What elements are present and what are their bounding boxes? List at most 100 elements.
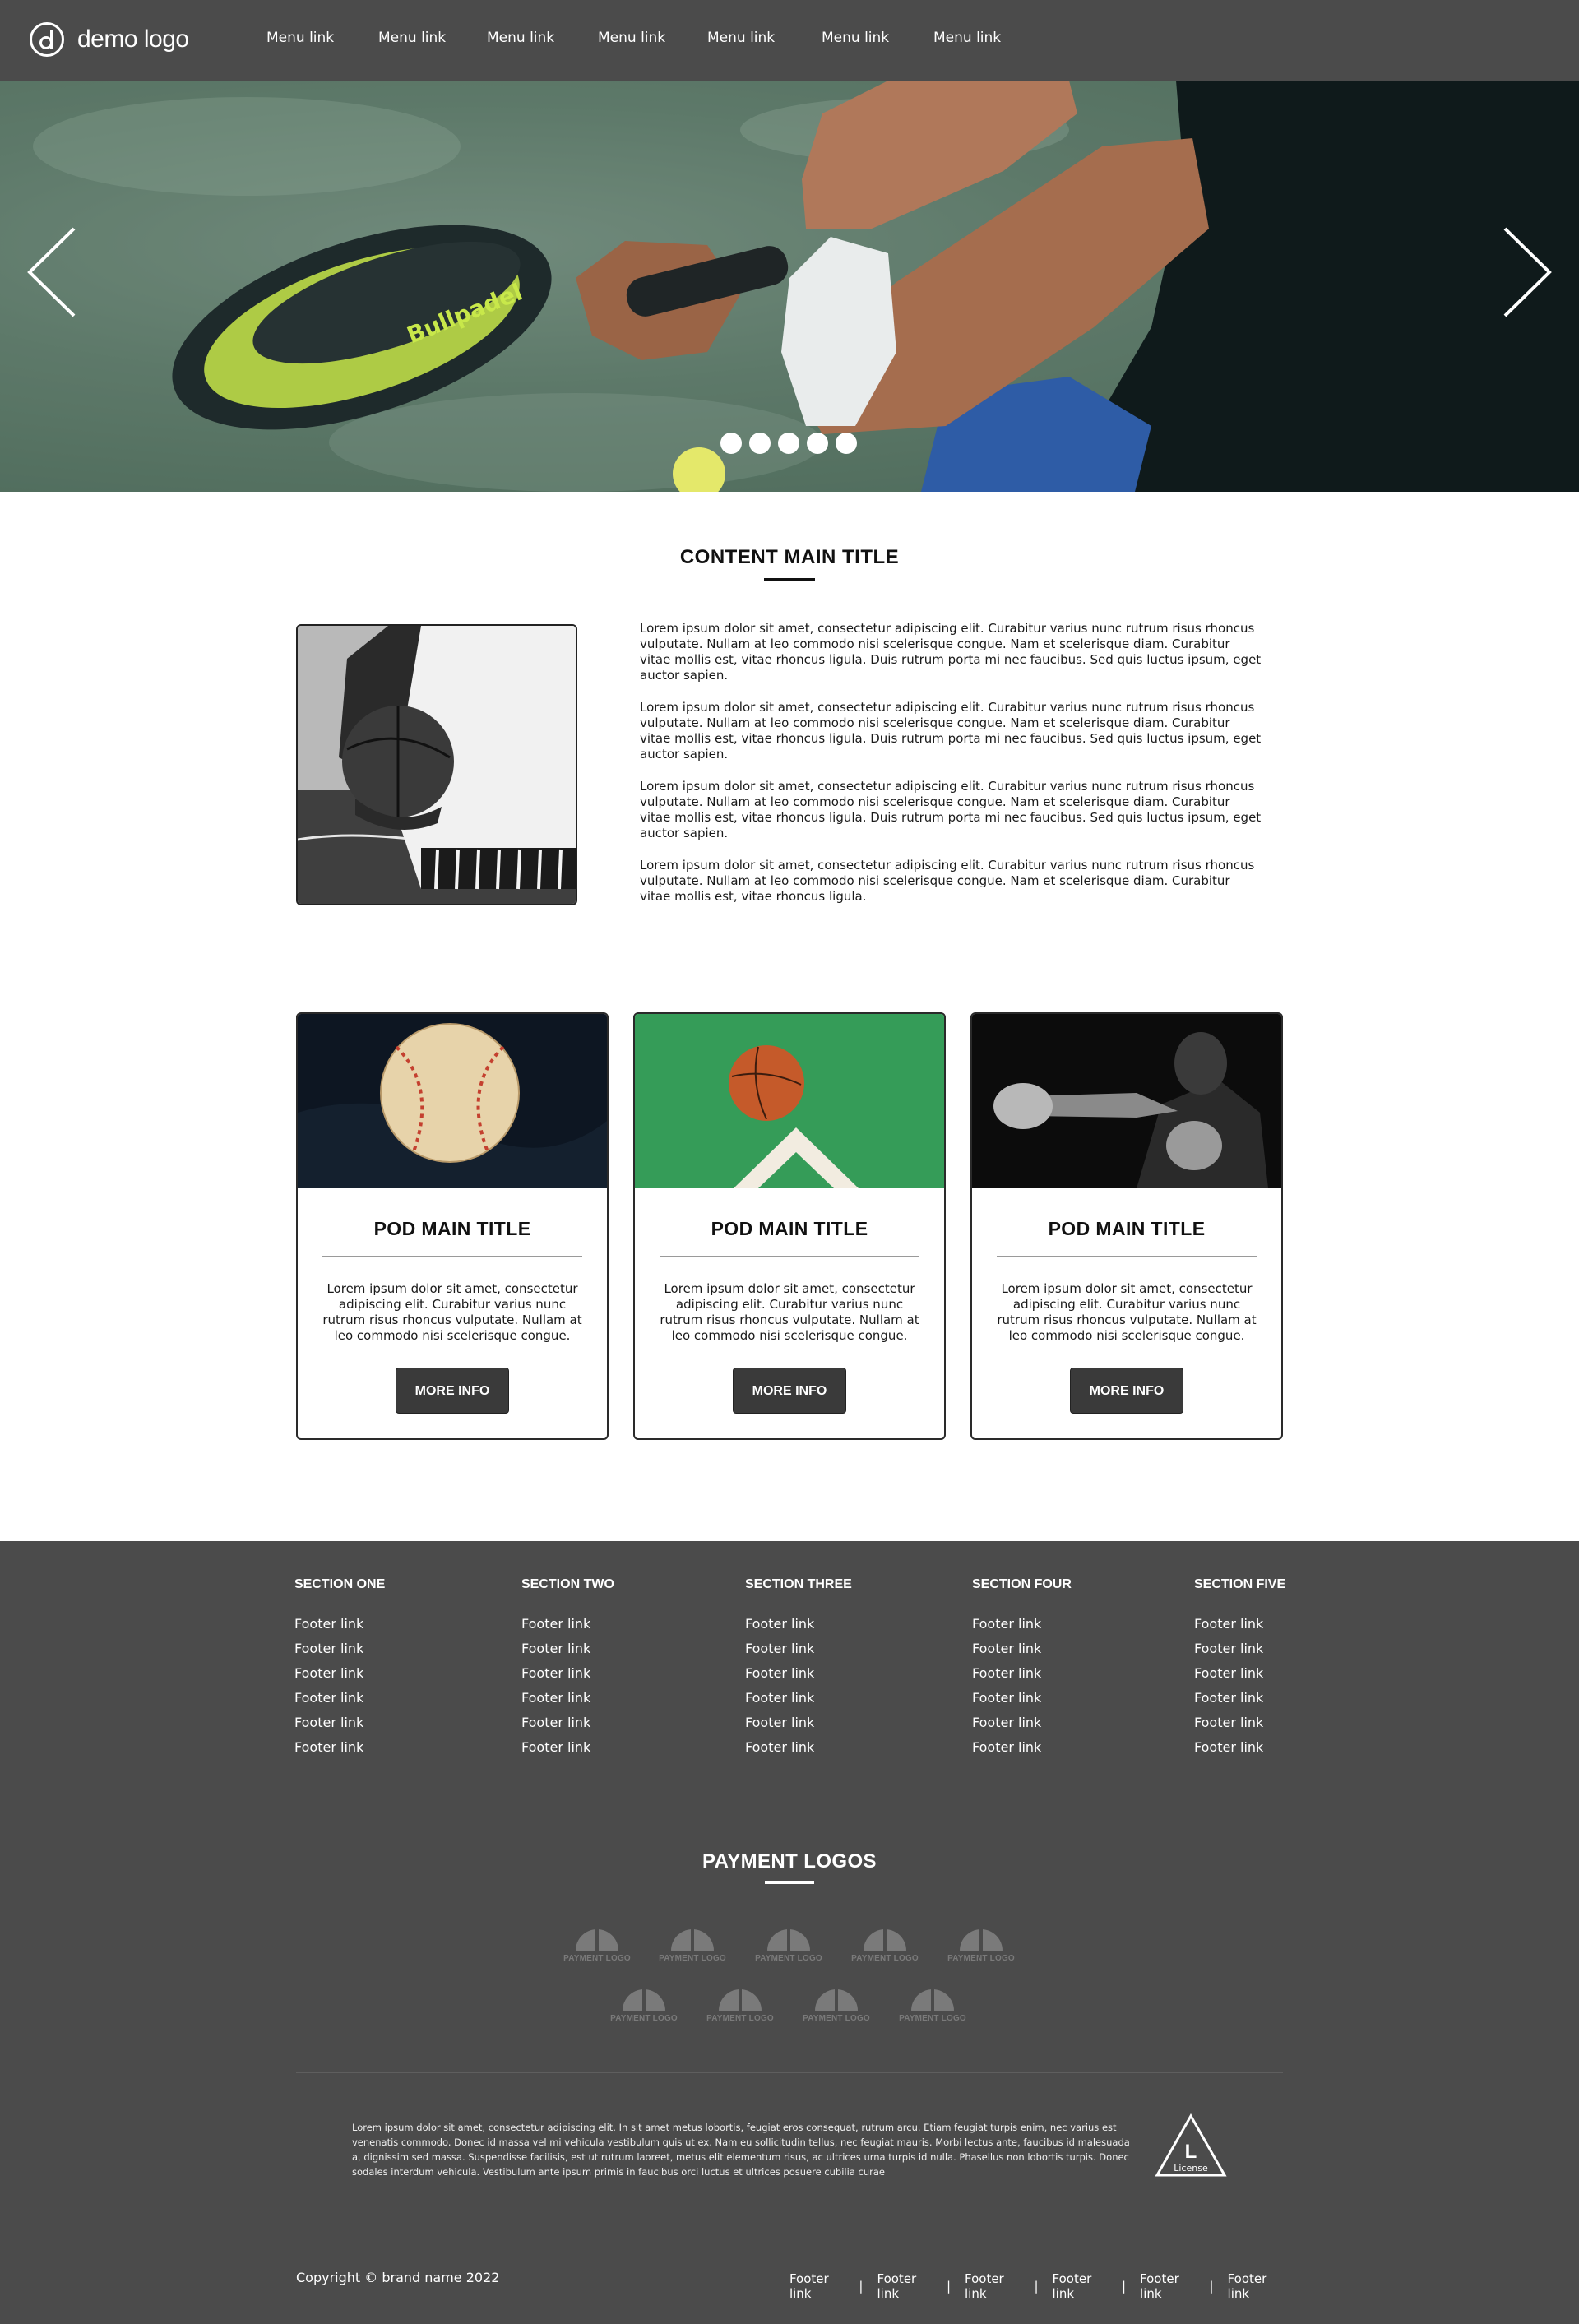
footer-link[interactable]: Footer link xyxy=(521,1615,686,1640)
pod-image-boxer xyxy=(972,1014,1281,1188)
content-paragraph-1: Lorem ipsum dolor sit amet, consectetur … xyxy=(640,621,1262,683)
payment-logo: PAYMENT LOGO xyxy=(795,1989,877,2030)
payment-logo-icon xyxy=(719,1989,762,2011)
footer-link[interactable]: Footer link xyxy=(294,1664,459,1689)
pod-divider xyxy=(660,1256,919,1257)
pod-divider xyxy=(322,1256,582,1257)
payment-logo-icon xyxy=(623,1989,665,2011)
footer-link[interactable]: Footer link xyxy=(294,1640,459,1664)
logo-text: demo logo xyxy=(77,25,189,53)
footer-link[interactable]: Footer link xyxy=(972,1738,1137,1763)
bottom-footer-link[interactable]: Footer link xyxy=(1053,2271,1108,2301)
footer-link[interactable]: Footer link xyxy=(972,1714,1137,1738)
footer-link[interactable]: Footer link xyxy=(521,1664,686,1689)
pod-text: Lorem ipsum dolor sit amet, consectetur … xyxy=(322,1281,582,1343)
footer-link[interactable]: Footer link xyxy=(521,1714,686,1738)
carousel-dot-1[interactable] xyxy=(720,433,742,454)
menu-link-4[interactable]: Menu link xyxy=(598,30,665,49)
link-separator: | xyxy=(1121,2279,1127,2294)
payment-logo-label: PAYMENT LOGO xyxy=(659,1954,726,1963)
logo-mark-icon xyxy=(30,22,64,57)
carousel-dots xyxy=(720,433,860,454)
payment-logo-label: PAYMENT LOGO xyxy=(899,2014,966,2023)
more-info-button[interactable]: MORE INFO xyxy=(1070,1368,1183,1414)
more-info-button[interactable]: MORE INFO xyxy=(396,1368,509,1414)
footer-link[interactable]: Footer link xyxy=(745,1689,910,1714)
bottom-footer-link[interactable]: Footer link xyxy=(965,2271,1020,2301)
payment-logo: PAYMENT LOGO xyxy=(651,1929,734,1970)
footer-link[interactable]: Footer link xyxy=(745,1738,910,1763)
footer-section-title: SECTION THREE xyxy=(745,1577,852,1591)
footer-link[interactable]: Footer link xyxy=(1194,1689,1359,1714)
payment-logo-label: PAYMENT LOGO xyxy=(563,1954,631,1963)
carousel-dot-2[interactable] xyxy=(749,433,771,454)
footer-link[interactable]: Footer link xyxy=(294,1714,459,1738)
content-paragraph-4: Lorem ipsum dolor sit amet, consectetur … xyxy=(640,858,1255,904)
footer-link[interactable]: Footer link xyxy=(972,1615,1137,1640)
footer-link[interactable]: Footer link xyxy=(294,1689,459,1714)
footer-section-title: SECTION FIVE xyxy=(1194,1577,1286,1591)
bottom-footer-link[interactable]: Footer link xyxy=(1140,2271,1195,2301)
payment-logo: PAYMENT LOGO xyxy=(844,1929,926,1970)
menu-link-6[interactable]: Menu link xyxy=(822,30,889,49)
payment-logo: PAYMENT LOGO xyxy=(891,1989,974,2030)
pod-title: POD MAIN TITLE xyxy=(373,1218,531,1239)
menu-link-2[interactable]: Menu link xyxy=(378,30,446,49)
footer-section-four: SECTION FOUR Footer link Footer link Foo… xyxy=(972,1577,1137,1763)
payment-logo-label: PAYMENT LOGO xyxy=(803,2014,870,2023)
payment-logo-icon xyxy=(671,1929,714,1951)
footer-section-title: SECTION FOUR xyxy=(972,1577,1072,1591)
footer-link[interactable]: Footer link xyxy=(972,1640,1137,1664)
link-separator: | xyxy=(1209,2279,1214,2294)
carousel-prev-button[interactable] xyxy=(25,227,82,317)
payment-logo: PAYMENT LOGO xyxy=(940,1929,1022,1970)
license-badge: L License xyxy=(1155,2113,1227,2178)
link-separator: | xyxy=(1034,2279,1039,2294)
bottom-footer-link[interactable]: Footer link xyxy=(1228,2271,1283,2301)
footer-link[interactable]: Footer link xyxy=(1194,1664,1359,1689)
carousel-dot-4[interactable] xyxy=(807,433,828,454)
footer-section-title: SECTION ONE xyxy=(294,1577,386,1591)
footer-link[interactable]: Footer link xyxy=(294,1615,459,1640)
payment-logo-icon xyxy=(911,1989,954,2011)
footer-link[interactable]: Footer link xyxy=(1194,1714,1359,1738)
pod-text: Lorem ipsum dolor sit amet, consectetur … xyxy=(997,1281,1257,1343)
logo[interactable]: demo logo xyxy=(30,21,189,58)
footer-link[interactable]: Footer link xyxy=(521,1689,686,1714)
payment-logo-icon xyxy=(767,1929,810,1951)
license-label: License xyxy=(1174,2163,1208,2174)
menu-link-7[interactable]: Menu link xyxy=(933,30,1001,49)
payment-logo-icon xyxy=(815,1989,858,2011)
pod-card-1: POD MAIN TITLE Lorem ipsum dolor sit ame… xyxy=(296,1012,609,1440)
footer-link[interactable]: Footer link xyxy=(972,1664,1137,1689)
footer-link[interactable]: Footer link xyxy=(745,1664,910,1689)
footer-link[interactable]: Footer link xyxy=(745,1640,910,1664)
bottom-footer-link[interactable]: Footer link xyxy=(877,2271,932,2301)
legal-text: Lorem ipsum dolor sit amet, consectetur … xyxy=(352,2122,1130,2178)
carousel-dot-5[interactable] xyxy=(836,433,857,454)
footer-section-five: SECTION FIVE Footer link Footer link Foo… xyxy=(1194,1577,1359,1763)
pod-title: POD MAIN TITLE xyxy=(1048,1218,1206,1239)
footer-link[interactable]: Footer link xyxy=(521,1640,686,1664)
pod-image-basketball xyxy=(635,1014,944,1188)
footer-link[interactable]: Footer link xyxy=(745,1615,910,1640)
license-letter: L xyxy=(1185,2141,1197,2163)
bottom-footer-link[interactable]: Footer link xyxy=(790,2271,845,2301)
footer-link[interactable]: Footer link xyxy=(745,1714,910,1738)
footer-link[interactable]: Footer link xyxy=(521,1738,686,1763)
carousel-dot-3[interactable] xyxy=(778,433,799,454)
footer-section-title: SECTION TWO xyxy=(521,1577,614,1591)
payment-logos-title: PAYMENT LOGOS xyxy=(702,1850,877,1873)
menu-link-1[interactable]: Menu link xyxy=(266,30,334,49)
footer-link[interactable]: Footer link xyxy=(1194,1615,1359,1640)
footer-link[interactable]: Footer link xyxy=(972,1689,1137,1714)
more-info-button[interactable]: MORE INFO xyxy=(733,1368,846,1414)
menu-link-5[interactable]: Menu link xyxy=(707,30,775,49)
footer-link[interactable]: Footer link xyxy=(294,1738,459,1763)
carousel-next-button[interactable] xyxy=(1497,227,1554,317)
menu-link-3[interactable]: Menu link xyxy=(487,30,554,49)
footer-link[interactable]: Footer link xyxy=(1194,1640,1359,1664)
payment-logo: PAYMENT LOGO xyxy=(556,1929,638,1970)
pod-divider xyxy=(997,1256,1257,1257)
footer-link[interactable]: Footer link xyxy=(1194,1738,1359,1763)
